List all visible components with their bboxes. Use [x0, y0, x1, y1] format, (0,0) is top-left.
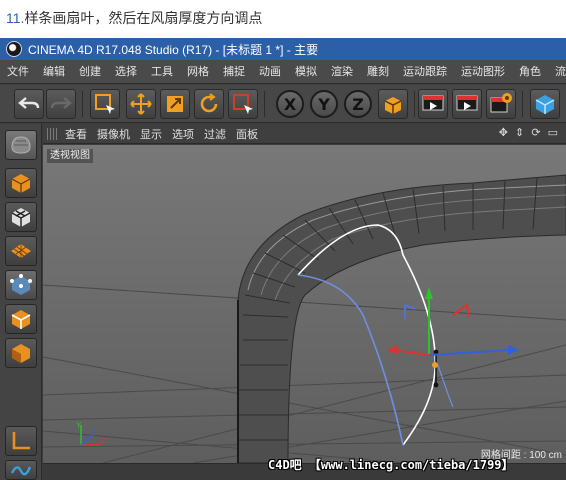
texture-mode-button[interactable] [5, 202, 37, 232]
menu-select[interactable]: 选择 [108, 60, 144, 84]
x-axis-label: X [283, 94, 297, 114]
rotate-icon [200, 93, 218, 113]
enable-axis-icon [12, 432, 30, 450]
lock-z-axis-button[interactable]: Z [344, 90, 372, 118]
menu-mograph[interactable]: 运动图形 [454, 60, 512, 84]
coordinate-system-button[interactable] [378, 89, 408, 119]
menu-create[interactable]: 创建 [72, 60, 108, 84]
viewport-menu-view[interactable]: 查看 [65, 126, 95, 142]
render-picture-viewer-button[interactable] [452, 89, 482, 119]
texture-mode-icon [11, 208, 31, 227]
texture-axis-icon [11, 244, 31, 258]
window-title: CINEMA 4D R17.048 Studio (R17) - [未标题 1 … [28, 42, 319, 57]
undo-icon [18, 97, 40, 109]
points-mode-button[interactable] [5, 270, 37, 300]
menu-character[interactable]: 角色 [512, 60, 548, 84]
recent-tools-button[interactable] [228, 89, 258, 119]
menu-motion-tracking[interactable]: 运动跟踪 [396, 60, 454, 84]
axis-y-label: Y [76, 421, 82, 430]
polygons-mode-button[interactable] [5, 338, 37, 368]
recent-tools-icon [233, 94, 253, 114]
cube-icon [535, 95, 555, 114]
scale-button[interactable] [160, 89, 190, 119]
lock-x-axis-button[interactable]: X [276, 90, 304, 118]
watermark-text: C4D吧 【www.linecg.com/tieba/1799】 [268, 458, 514, 472]
live-selection-icon [95, 94, 115, 114]
points-mode-icon [10, 274, 32, 295]
tweak-mode-icon [10, 466, 32, 476]
viewport-navigation-icons[interactable]: ✥ ⇕ ⟳ ▭ [499, 126, 560, 139]
title-bar: CINEMA 4D R17.048 Studio (R17) - [未标题 1 … [0, 38, 566, 60]
cube-button[interactable] [530, 89, 560, 119]
make-editable-button[interactable] [5, 168, 37, 198]
live-selection-button[interactable] [90, 89, 120, 119]
menu-sculpt[interactable]: 雕刻 [360, 60, 396, 84]
main-menubar: 文件 编辑 创建 选择 工具 网格 捕捉 动画 模拟 渲染 雕刻 运动跟踪 运动… [0, 60, 566, 84]
caption-text: 样条画扇叶，然后在风扇厚度方向调点 [24, 10, 263, 26]
menu-snap[interactable]: 捕捉 [216, 60, 252, 84]
coordinate-system-icon [384, 97, 402, 114]
render-picture-viewer-icon [456, 95, 478, 111]
rotate-button[interactable] [194, 89, 224, 119]
menu-simulate[interactable]: 模拟 [288, 60, 324, 84]
lock-y-axis-button[interactable]: Y [310, 90, 338, 118]
y-axis-label: Y [318, 94, 330, 114]
menu-animate[interactable]: 动画 [252, 60, 288, 84]
redo-button[interactable] [46, 89, 76, 119]
scale-icon [167, 96, 183, 112]
cinema4d-logo-icon [6, 41, 22, 57]
viewport-menu-filter[interactable]: 过滤 [204, 126, 234, 142]
viewport-menu-options[interactable]: 选项 [172, 126, 202, 142]
menu-pipeline[interactable]: 流水线 [548, 60, 566, 84]
model-mode-icon [11, 136, 31, 154]
move-icon [130, 93, 152, 115]
toolbar-divider [414, 91, 415, 117]
viewport-menubar: 查看 摄像机 显示 选项 过滤 面板 ✥ ⇕ ⟳ ▭ [43, 124, 566, 144]
viewport-scene: Y Z X [43, 145, 566, 463]
render-view-button[interactable] [418, 89, 448, 119]
main-toolbar: X Y Z [0, 85, 566, 123]
model-mode-button[interactable] [5, 130, 37, 160]
viewport-label: 透视视图 [47, 149, 93, 163]
toolbar-divider [82, 91, 83, 117]
viewport-menu-display[interactable]: 显示 [140, 126, 170, 142]
edges-mode-icon [11, 310, 31, 329]
menu-render[interactable]: 渲染 [324, 60, 360, 84]
menu-tools[interactable]: 工具 [144, 60, 180, 84]
polygons-mode-icon [12, 344, 30, 363]
tutorial-caption: 11.样条画扇叶，然后在风扇厚度方向调点 [6, 8, 262, 28]
render-view-icon [422, 95, 444, 111]
c4d-window: CINEMA 4D R17.048 Studio (R17) - [未标题 1 … [0, 38, 566, 480]
texture-axis-button[interactable] [5, 236, 37, 266]
z-axis-label: Z [352, 94, 364, 114]
render-settings-icon [490, 93, 512, 113]
viewport-menu-cameras[interactable]: 摄像机 [97, 126, 138, 142]
render-settings-button[interactable] [486, 89, 516, 119]
tweak-mode-button[interactable] [5, 460, 37, 480]
toolbar-divider [522, 91, 523, 117]
toolbar-divider [264, 91, 265, 117]
undo-button[interactable] [14, 89, 44, 119]
axis-x-label: X [100, 436, 106, 445]
viewport-menu-panel[interactable]: 面板 [236, 126, 266, 142]
move-button[interactable] [126, 89, 156, 119]
redo-icon [50, 97, 72, 109]
edges-mode-button[interactable] [5, 304, 37, 334]
perspective-viewport[interactable]: Y Z X 透视视图 网格间距 : 100 cm [43, 145, 566, 463]
menu-file[interactable]: 文件 [0, 60, 36, 84]
make-editable-icon [11, 174, 31, 193]
step-number: 11. [6, 10, 25, 26]
menu-edit[interactable]: 编辑 [36, 60, 72, 84]
menu-mesh[interactable]: 网格 [180, 60, 216, 84]
axis-z-label: Z [90, 429, 95, 438]
mode-palette [0, 124, 42, 480]
enable-axis-button[interactable] [5, 426, 37, 456]
panel-grip-icon [47, 127, 57, 140]
